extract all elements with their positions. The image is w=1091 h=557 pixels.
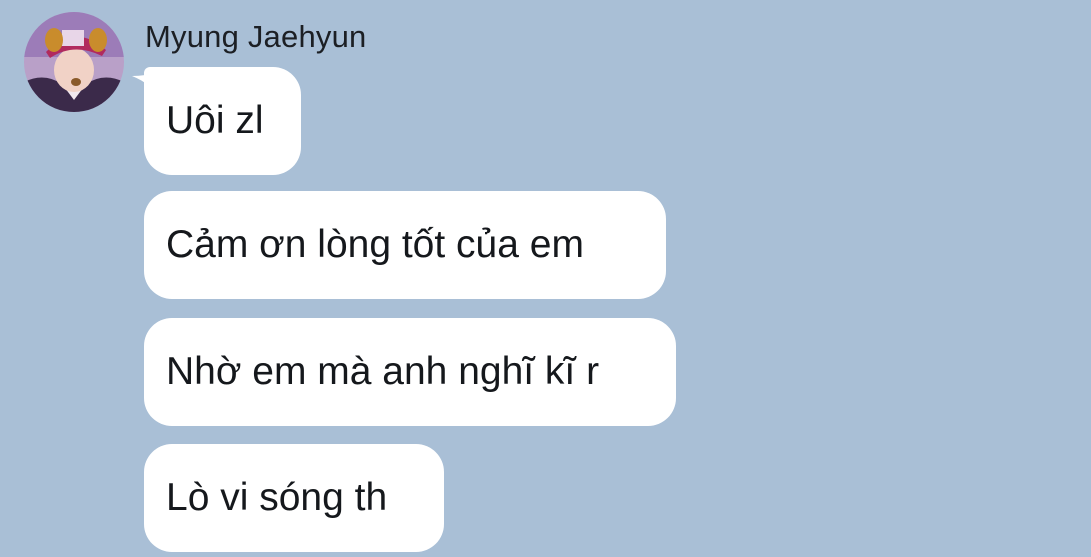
message-bubble[interactable]: Lò vi sóng th xyxy=(144,444,444,552)
message-bubble[interactable]: Cảm ơn lòng tốt của em xyxy=(144,191,666,299)
message-text: Nhờ em mà anh nghĩ kĩ r xyxy=(166,350,600,393)
message-text: Uôi zl xyxy=(166,99,264,142)
sender-avatar[interactable] xyxy=(24,12,124,112)
message-text: Cảm ơn lòng tốt của em xyxy=(166,223,584,266)
chat-thread: Myung Jaehyun Uôi zl Cảm ơn lòng tốt của… xyxy=(0,0,1091,557)
sender-name: Myung Jaehyun xyxy=(145,19,367,54)
message-bubble[interactable]: Uôi zl xyxy=(144,67,301,175)
avatar-photo-icon xyxy=(24,12,124,112)
message-bubble[interactable]: Nhờ em mà anh nghĩ kĩ r xyxy=(144,318,676,426)
message-text: Lò vi sóng th xyxy=(166,476,388,519)
